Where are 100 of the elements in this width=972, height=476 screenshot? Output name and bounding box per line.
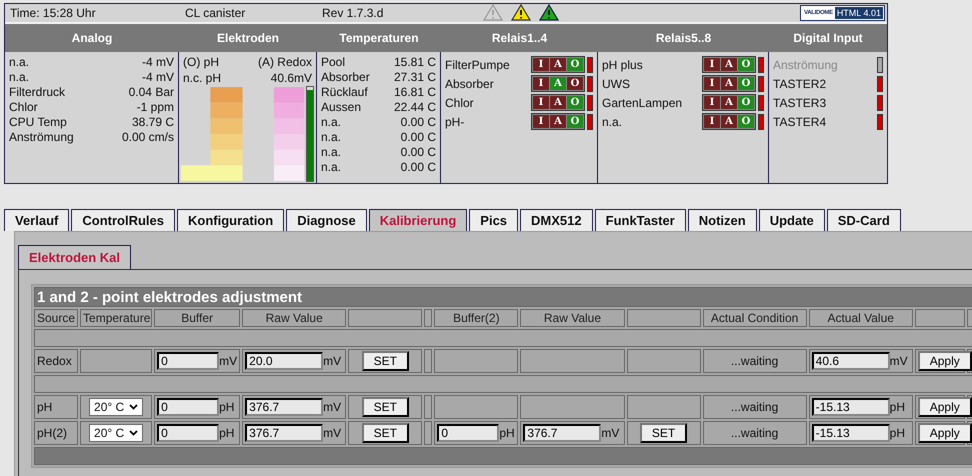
tab[interactable]: Pics — [469, 209, 518, 231]
relay-mode-button[interactable]: A — [721, 58, 737, 71]
buffer-input[interactable]: 0 — [157, 424, 220, 442]
unit-label: mV — [323, 426, 342, 440]
relay-mode-button[interactable]: I — [533, 96, 549, 109]
relay-mode-button[interactable]: A — [721, 96, 737, 109]
unit-label: pH — [219, 426, 234, 440]
electrode-value: 40.6mV — [270, 70, 312, 86]
set-button[interactable]: SET — [362, 423, 409, 443]
temperature-name: n.a. — [321, 115, 342, 130]
relay-mode-button[interactable]: O — [738, 115, 754, 128]
sensor-name: Anströmung — [9, 130, 74, 145]
relay-mode-button[interactable]: A — [721, 77, 737, 90]
section-header: Relais5..8 — [654, 31, 712, 45]
raw-value-input[interactable]: 376.7 — [245, 424, 324, 442]
unit-label: pH — [219, 400, 234, 414]
relay-name: Absorber — [445, 76, 495, 90]
set-button[interactable]: SET — [362, 351, 409, 371]
buffer-input[interactable]: 0 — [437, 424, 500, 442]
apply-button[interactable]: Apply — [918, 397, 972, 417]
relay-mode-button[interactable]: I — [533, 115, 549, 128]
relay-mode-button[interactable]: O — [567, 115, 583, 128]
relay-mode-button[interactable]: I — [704, 96, 720, 109]
temperature-name: Rücklauf — [321, 85, 368, 100]
electrode-label: (O) pH — [183, 54, 219, 70]
temperature-select[interactable]: 20° C — [89, 398, 144, 416]
sensor-name: Filterdruck — [9, 85, 66, 100]
temperature-value: 0.00 C — [400, 130, 436, 145]
actual-value-input[interactable]: 40.6 — [812, 352, 890, 370]
temperature-value: 27.31 C — [394, 70, 436, 85]
sensor-value: -4 mV — [142, 70, 174, 85]
unit-label: pH — [499, 426, 515, 440]
relay-mode-button[interactable]: O — [567, 96, 583, 109]
raw-value-input[interactable]: 376.7 — [523, 424, 602, 442]
tab[interactable]: SD-Card — [826, 209, 901, 231]
relay-mode-button[interactable]: O — [567, 58, 583, 71]
relay-mode-button[interactable]: O — [567, 77, 583, 90]
electrode-label: (A) Redox — [258, 54, 312, 70]
tab[interactable]: ControlRules — [71, 209, 175, 231]
buffer-input[interactable]: 0 — [157, 352, 220, 370]
warning-icon — [483, 4, 503, 21]
tab[interactable]: DMX512 — [520, 209, 593, 231]
temperature-name: n.a. — [321, 160, 342, 175]
tab[interactable]: Elektroden Kal — [18, 245, 132, 269]
chevron-down-icon — [129, 430, 138, 436]
apply-button[interactable]: Apply — [918, 423, 972, 443]
sensor-name: n.a. — [9, 55, 30, 70]
actual-value-input[interactable]: -15.13 — [812, 424, 890, 442]
relay-name: FilterPumpe — [445, 58, 511, 72]
tab[interactable]: Diagnose — [286, 209, 367, 231]
set-button[interactable]: SET — [362, 397, 409, 417]
section-header: Digital Input — [792, 31, 864, 45]
digital-input-name: TASTER4 — [773, 114, 828, 128]
temperature-select[interactable]: 20° C — [89, 424, 144, 442]
unit-label: pH — [890, 400, 905, 414]
relay-mode-button[interactable]: O — [738, 96, 754, 109]
unit-label: mV — [890, 354, 908, 368]
tab[interactable]: Kalibrierung — [368, 209, 468, 231]
relay-mode-button[interactable]: A — [721, 115, 737, 128]
tab[interactable]: Verlauf — [4, 209, 70, 231]
temperature-value: 16.81 C — [394, 85, 436, 100]
apply-button[interactable]: Apply — [918, 351, 972, 371]
column-header — [914, 309, 965, 327]
unit-label: mV — [323, 354, 342, 368]
relay-mode-button[interactable]: A — [550, 77, 566, 90]
relay-mode-button[interactable]: I — [533, 77, 549, 90]
relay-mode-button[interactable]: I — [704, 115, 720, 128]
relay-mode-button[interactable]: A — [550, 58, 566, 71]
section-header: Temperaturen — [338, 31, 420, 45]
relay-name: Chlor — [445, 96, 475, 110]
column-header: Buffer(2) — [434, 309, 518, 327]
relay-name: pH plus — [602, 58, 644, 72]
temperature-value: 22.44 C — [394, 100, 436, 115]
electrode-value: n.c. pH — [183, 70, 222, 86]
relay-mode-button[interactable]: I — [704, 77, 720, 90]
actual-value-input[interactable]: -15.13 — [812, 398, 890, 416]
tab[interactable]: Notizen — [688, 209, 757, 231]
tab[interactable]: Update — [758, 209, 825, 231]
condition-label: ...waiting — [730, 354, 778, 368]
relay-mode-button[interactable]: I — [704, 58, 720, 71]
relay-mode-button[interactable]: A — [550, 96, 566, 109]
column-header — [424, 309, 432, 327]
relay-mode-button[interactable]: O — [738, 58, 754, 71]
time-label: Time: 15:28 Uhr — [10, 6, 96, 20]
tab[interactable]: Konfiguration — [176, 209, 284, 231]
relay-mode-button[interactable]: O — [738, 77, 754, 90]
section-header: Elektroden — [216, 31, 280, 45]
condition-label: ...waiting — [730, 400, 778, 414]
status-label: CL canister — [185, 6, 246, 20]
buffer-input[interactable]: 0 — [157, 398, 220, 416]
raw-value-input[interactable]: 20.0 — [245, 352, 324, 370]
table-title: 1 and 2 - point elektrodes adjustment — [34, 287, 972, 307]
relay-mode-button[interactable]: I — [533, 58, 549, 71]
temperature-value: 0.00 C — [400, 115, 436, 130]
tab[interactable]: FunkTaster — [594, 209, 686, 231]
set-button[interactable]: SET — [640, 423, 688, 443]
raw-value-input[interactable]: 376.7 — [245, 398, 324, 416]
digital-input-name: Anströmung — [773, 58, 839, 72]
section-header: Analog — [70, 31, 114, 45]
relay-mode-button[interactable]: A — [550, 115, 566, 128]
